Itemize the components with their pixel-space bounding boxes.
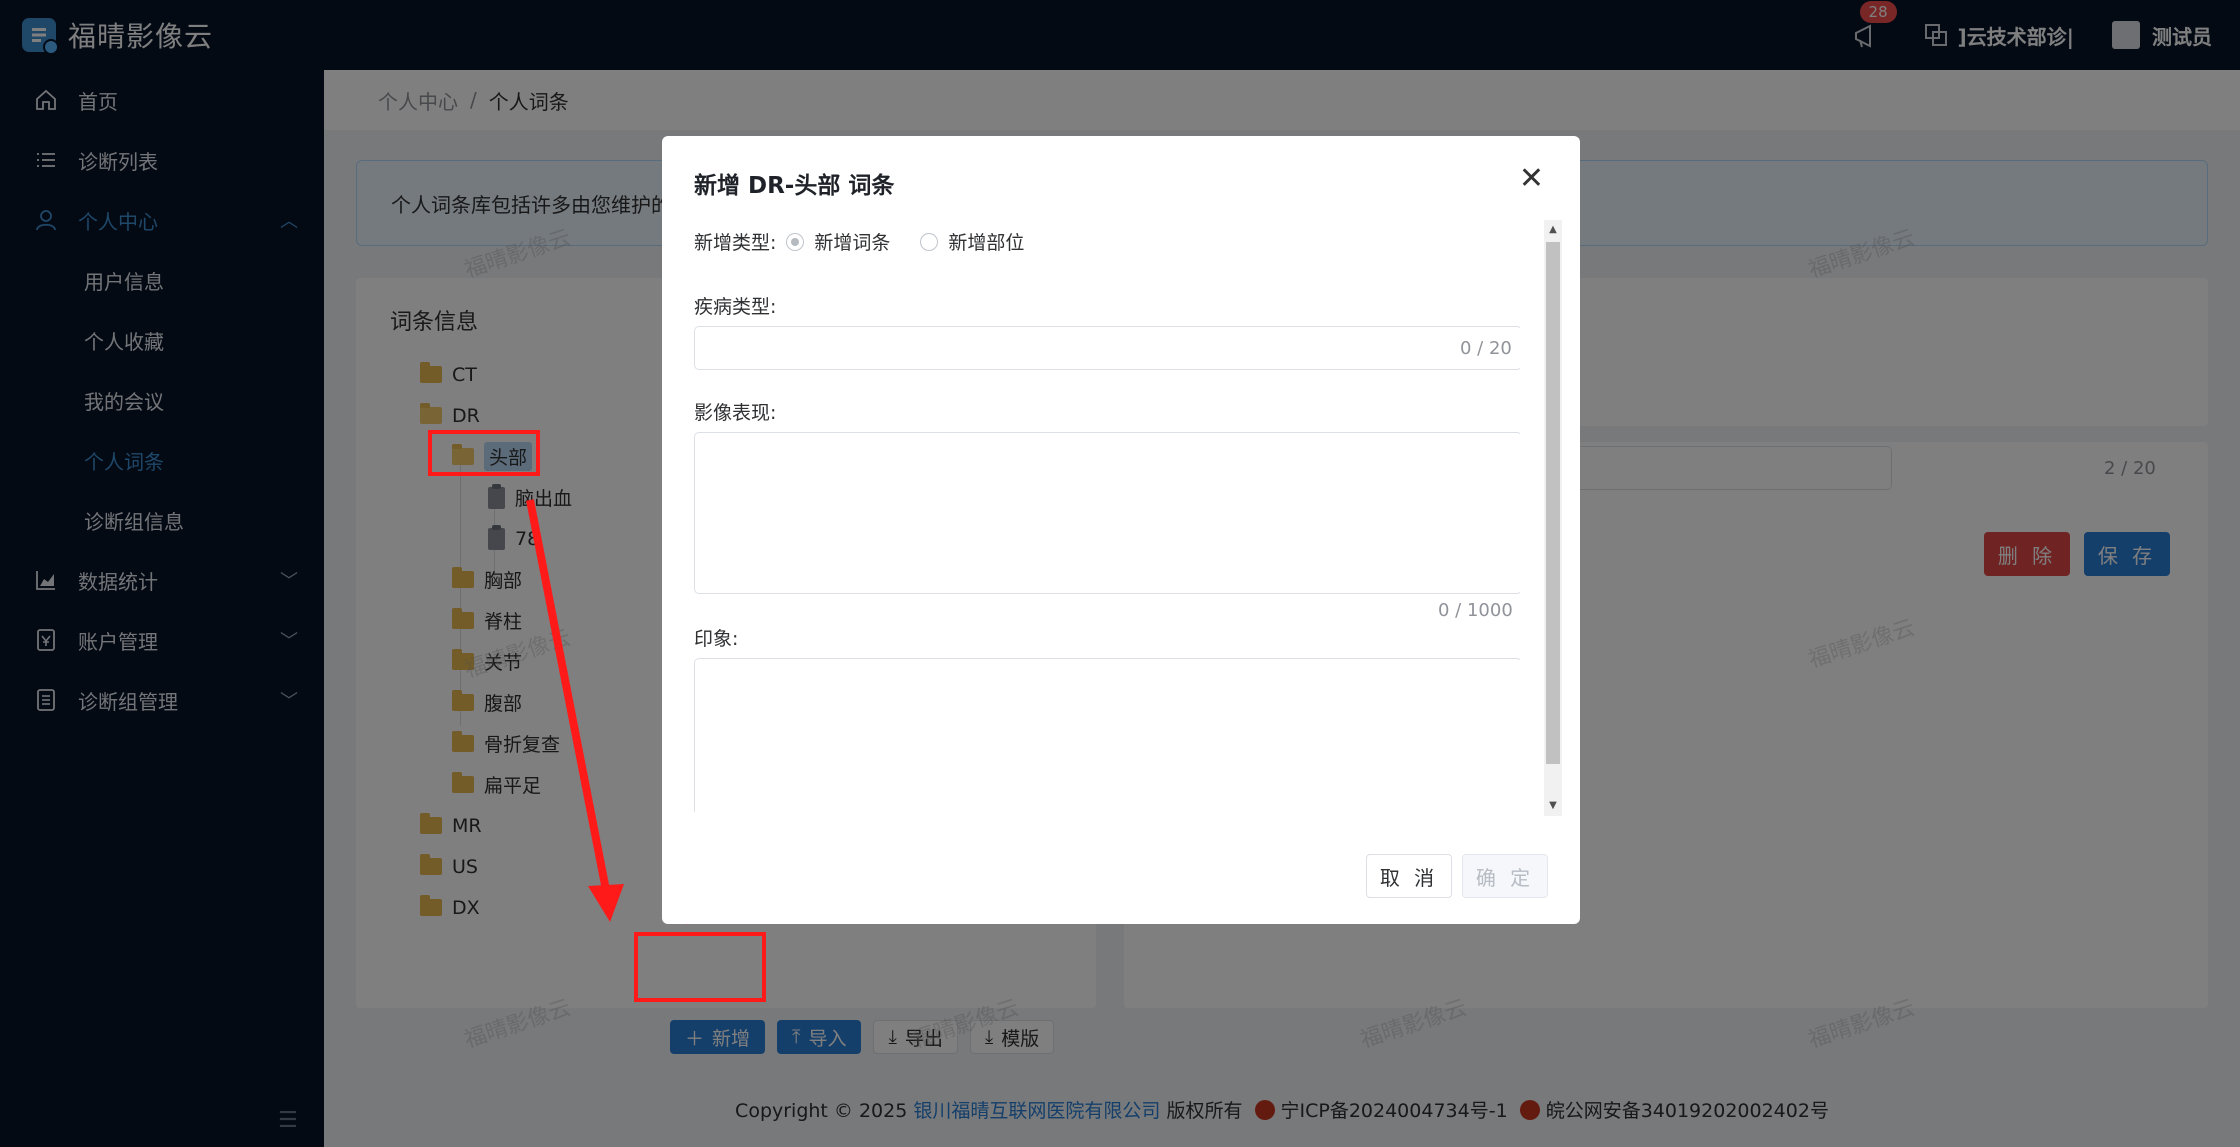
add-type-row: 新增类型: 新增词条 新增部位 [694, 228, 1024, 255]
add-type-label: 新增类型: [694, 232, 777, 254]
disease-type-label: 疾病类型: [694, 296, 777, 318]
dialog-scrollbar-thumb[interactable] [1546, 242, 1560, 764]
finding-textarea[interactable] [694, 432, 1520, 594]
radio-add-part-label[interactable]: 新增部位 [948, 228, 1024, 255]
dialog-title: 新增 DR-头部 词条 [694, 173, 895, 199]
add-term-dialog: 新增 DR-头部 词条 ✕ 新增类型: 新增词条 新增部位 疾病类型: 0 / … [662, 136, 1580, 924]
impression-label: 印象: [694, 628, 739, 650]
radio-add-part[interactable] [920, 232, 939, 251]
scroll-up-icon[interactable]: ▲ [1546, 222, 1560, 238]
finding-label: 影像表现: [694, 402, 777, 424]
finding-count: 0 / 1000 [1438, 600, 1513, 621]
radio-add-term[interactable] [786, 232, 805, 251]
scroll-down-icon[interactable]: ▼ [1546, 798, 1560, 814]
confirm-button[interactable]: 确 定 [1462, 854, 1548, 898]
dialog-body: 新增类型: 新增词条 新增部位 疾病类型: 0 / 20 影像表现: 0 / 1… [694, 220, 1520, 812]
cancel-button[interactable]: 取 消 [1366, 854, 1452, 898]
disease-type-input[interactable] [694, 326, 1520, 370]
radio-add-term-label[interactable]: 新增词条 [814, 228, 890, 255]
highlight-box-add [634, 932, 766, 1002]
impression-textarea[interactable] [694, 658, 1520, 812]
disease-type-count: 0 / 20 [1460, 338, 1512, 359]
highlight-box-head [428, 430, 540, 476]
close-icon[interactable]: ✕ [1519, 164, 1544, 194]
